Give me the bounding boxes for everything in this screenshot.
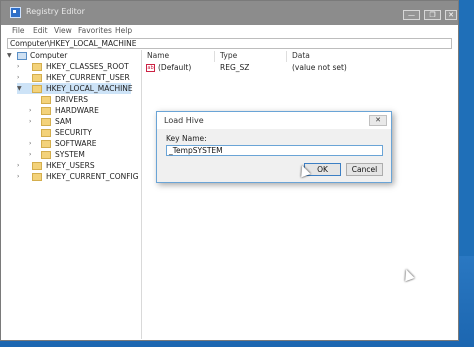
key-name-input[interactable]: _TempSYSTEM (166, 145, 383, 156)
tree-label: HKEY_LOCAL_MACHINE (46, 84, 133, 93)
column-header-type[interactable]: Type (220, 51, 237, 60)
collapse-arrow-icon[interactable]: › (29, 105, 37, 116)
tree-item-hardware[interactable]: › HARDWARE (29, 105, 141, 116)
tree-label: SYSTEM (55, 150, 85, 159)
menu-favorites[interactable]: Favorites (78, 25, 112, 36)
string-value-icon: ab (146, 64, 155, 72)
column-header-name[interactable]: Name (147, 51, 169, 60)
tree-item-sam[interactable]: › SAM (29, 116, 141, 127)
tree-label: DRIVERS (55, 95, 89, 104)
folder-icon (41, 118, 51, 126)
tree-label: SECURITY (55, 128, 92, 137)
folder-open-icon (32, 85, 42, 93)
tree-label: HKEY_CURRENT_CONFIG (46, 172, 139, 181)
tree-label: Computer (30, 51, 68, 60)
collapse-arrow-icon[interactable]: › (17, 171, 25, 182)
collapse-arrow-icon[interactable]: › (29, 116, 37, 127)
address-bar[interactable]: Computer\HKEY_LOCAL_MACHINE (7, 38, 452, 49)
tree-item-drivers[interactable]: DRIVERS (29, 94, 141, 105)
tree-label: HKEY_CURRENT_USER (46, 73, 130, 82)
menu-edit[interactable]: Edit (33, 25, 48, 36)
folder-icon (41, 129, 51, 137)
window-title: Registry Editor (26, 7, 85, 16)
load-hive-dialog: Load Hive ✕ Key Name: _TempSYSTEM OK Can… (156, 111, 392, 183)
menu-help[interactable]: Help (115, 25, 132, 36)
title-bar[interactable]: Registry Editor — ❐ ✕ (1, 1, 458, 25)
dialog-title-bar[interactable]: Load Hive ✕ (157, 112, 391, 129)
tree-item-security[interactable]: SECURITY (29, 127, 141, 138)
tree-item-hkey-classes-root[interactable]: › HKEY_CLASSES_ROOT (17, 61, 141, 72)
folder-icon (41, 96, 51, 104)
folder-icon (41, 151, 51, 159)
tree-item-hkey-users[interactable]: › HKEY_USERS (17, 160, 141, 171)
dialog-title: Load Hive (164, 116, 204, 125)
tree-item-system[interactable]: › SYSTEM (29, 149, 141, 160)
tree-item-software[interactable]: › SOFTWARE (29, 138, 141, 149)
registry-editor-icon (10, 7, 21, 18)
folder-icon (41, 107, 51, 115)
folder-icon (41, 140, 51, 148)
folder-icon (32, 74, 42, 82)
value-name: (Default) (158, 63, 192, 72)
tree-item-hkey-current-config[interactable]: › HKEY_CURRENT_CONFIG (17, 171, 141, 182)
menu-view[interactable]: View (54, 25, 72, 36)
tree-item-computer[interactable]: ▼ Computer (7, 50, 141, 61)
column-header-data[interactable]: Data (292, 51, 310, 60)
expand-arrow-icon[interactable]: ▼ (7, 50, 15, 61)
menu-bar: File Edit View Favorites Help (1, 25, 458, 36)
computer-icon (17, 52, 27, 60)
registry-editor-window: Registry Editor — ❐ ✕ File Edit View Fav… (0, 0, 459, 341)
column-separator[interactable] (214, 51, 215, 62)
tree-label: HARDWARE (55, 106, 99, 115)
tree-label: HKEY_USERS (46, 161, 95, 170)
folder-icon (32, 63, 42, 71)
tree-label: HKEY_CLASSES_ROOT (46, 62, 129, 71)
collapse-arrow-icon[interactable]: › (29, 138, 37, 149)
collapse-arrow-icon[interactable]: › (29, 149, 37, 160)
maximize-button[interactable]: ❐ (424, 10, 441, 20)
column-separator[interactable] (286, 51, 287, 62)
folder-icon (32, 173, 42, 181)
minimize-button[interactable]: — (403, 10, 420, 20)
expand-arrow-icon[interactable]: ▼ (17, 83, 25, 94)
close-button[interactable]: ✕ (445, 10, 457, 20)
menu-file[interactable]: File (12, 25, 25, 36)
folder-icon (32, 162, 42, 170)
collapse-arrow-icon[interactable]: › (17, 160, 25, 171)
collapse-arrow-icon[interactable]: › (17, 72, 25, 83)
value-type: REG_SZ (220, 63, 250, 72)
value-row-default[interactable]: ab (Default) REG_SZ (value not set) (146, 63, 456, 74)
cancel-button[interactable]: Cancel (346, 163, 383, 176)
value-data: (value not set) (292, 63, 347, 72)
dialog-close-button[interactable]: ✕ (369, 115, 387, 126)
tree-item-hkey-local-machine[interactable]: ▼ HKEY_LOCAL_MACHINE (17, 83, 133, 94)
tree-label: SOFTWARE (55, 139, 97, 148)
key-name-label: Key Name: (166, 134, 207, 143)
collapse-arrow-icon[interactable]: › (17, 61, 25, 72)
tree-label: SAM (55, 117, 72, 126)
tree-item-hkey-current-user[interactable]: › HKEY_CURRENT_USER (17, 72, 141, 83)
registry-tree: ▼ Computer › HKEY_CLASSES_ROOT › HKEY_CU… (7, 50, 141, 339)
values-list-header: Name Type Data (146, 51, 456, 62)
pane-splitter[interactable] (141, 50, 142, 339)
